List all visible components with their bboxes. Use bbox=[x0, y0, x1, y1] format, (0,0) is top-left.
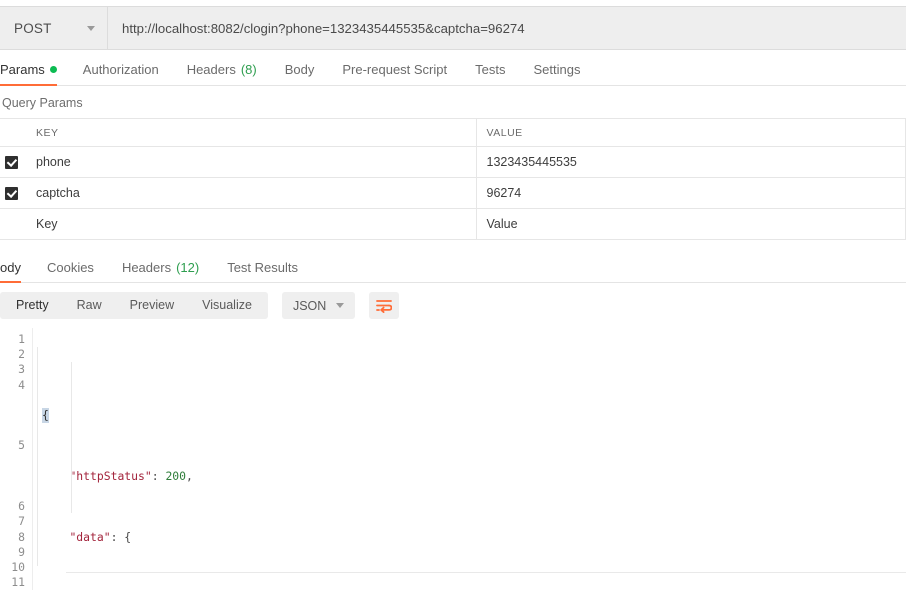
tab-headers-count: (8) bbox=[241, 63, 257, 76]
code-line-2: "httpStatus": 200, bbox=[42, 469, 906, 484]
fold-guide bbox=[37, 347, 38, 566]
line-number: 1 bbox=[0, 332, 25, 347]
line-number: 10 bbox=[0, 560, 25, 575]
url-input[interactable]: http://localhost:8082/clogin?phone=13234… bbox=[108, 7, 906, 49]
json-key-httpstatus: "httpStatus" bbox=[69, 469, 151, 483]
response-view-segmented-control: Pretty Raw Preview Visualize bbox=[0, 292, 268, 319]
chevron-down-icon bbox=[336, 303, 344, 308]
response-tab-test-results-label: Test Results bbox=[227, 261, 298, 274]
view-visualize-button[interactable]: Visualize bbox=[188, 292, 266, 319]
response-tab-headers-label: Headers bbox=[122, 261, 171, 274]
tab-tests-label: Tests bbox=[475, 63, 505, 76]
line-number: 11 bbox=[0, 575, 25, 590]
tab-tests[interactable]: Tests bbox=[461, 63, 519, 85]
view-preview-button[interactable]: Preview bbox=[116, 292, 188, 319]
line-number: 9 bbox=[0, 545, 25, 560]
wrap-text-icon bbox=[376, 299, 392, 313]
tab-settings[interactable]: Settings bbox=[519, 63, 594, 85]
line-number: 8 bbox=[0, 530, 25, 545]
header-checkbox-col bbox=[0, 119, 26, 147]
tab-headers[interactable]: Headers (8) bbox=[173, 63, 271, 85]
response-tab-cookies[interactable]: Cookies bbox=[33, 261, 108, 282]
response-tab-headers-count: (12) bbox=[176, 261, 199, 274]
response-tab-headers[interactable]: Headers (12) bbox=[108, 261, 213, 282]
url-bar: POST http://localhost:8082/clogin?phone=… bbox=[0, 6, 906, 50]
checkbox-checked-icon[interactable] bbox=[5, 156, 18, 169]
http-method-select[interactable]: POST bbox=[0, 7, 108, 49]
line-number-gutter: 1 2 3 4 5 6 7 8 9 10 11 bbox=[0, 328, 33, 590]
tab-authorization-label: Authorization bbox=[83, 63, 159, 76]
tab-body-label: Body bbox=[285, 63, 315, 76]
row-checkbox-cell[interactable] bbox=[0, 147, 26, 178]
response-tabs: ody Cookies Headers (12) Test Results bbox=[0, 249, 906, 283]
line-number: 5 bbox=[0, 438, 25, 453]
code-line-3: "data": { bbox=[42, 530, 906, 545]
postman-request-response-pane: POST http://localhost:8082/clogin?phone=… bbox=[0, 6, 906, 604]
wrap-text-button[interactable] bbox=[369, 292, 399, 319]
row-checkbox-cell-empty[interactable] bbox=[0, 209, 26, 240]
fold-guide bbox=[71, 362, 72, 513]
table-row-empty: Key Value bbox=[0, 209, 906, 240]
response-tab-cookies-label: Cookies bbox=[47, 261, 94, 274]
line-number: 6 bbox=[0, 499, 25, 514]
response-format-label: JSON bbox=[293, 299, 326, 313]
view-pretty-button[interactable]: Pretty bbox=[2, 292, 63, 319]
line-number: 7 bbox=[0, 514, 25, 529]
code-bottom-divider bbox=[66, 572, 906, 573]
tab-authorization[interactable]: Authorization bbox=[69, 63, 173, 85]
param-key-input[interactable]: phone bbox=[26, 147, 476, 178]
line-number: 3 bbox=[0, 362, 25, 377]
response-tab-body[interactable]: ody bbox=[0, 261, 33, 282]
table-header-row: KEY VALUE bbox=[0, 119, 906, 147]
response-body-code-view[interactable]: 1 2 3 4 5 6 7 8 9 10 11 { "httpStatus": … bbox=[0, 328, 906, 590]
header-key: KEY bbox=[26, 119, 476, 147]
table-row: captcha 96274 bbox=[0, 178, 906, 209]
json-key-data: "data" bbox=[69, 530, 110, 544]
url-text: http://localhost:8082/clogin?phone=13234… bbox=[122, 21, 525, 36]
query-params-title: Query Params bbox=[0, 86, 906, 118]
line-number: 4 bbox=[0, 378, 25, 393]
response-tab-test-results[interactable]: Test Results bbox=[213, 261, 312, 282]
json-value-httpstatus: 200 bbox=[165, 469, 186, 483]
response-format-select[interactable]: JSON bbox=[282, 292, 355, 319]
tab-params-label: Params bbox=[0, 63, 45, 76]
param-value-input[interactable]: 1323435445535 bbox=[476, 147, 906, 178]
line-number: 2 bbox=[0, 347, 25, 362]
response-tab-body-label: ody bbox=[0, 261, 21, 274]
tab-headers-label: Headers bbox=[187, 63, 236, 76]
row-checkbox-cell[interactable] bbox=[0, 178, 26, 209]
param-value-input[interactable]: 96274 bbox=[476, 178, 906, 209]
tab-params[interactable]: Params bbox=[0, 63, 69, 85]
param-key-input[interactable]: captcha bbox=[26, 178, 476, 209]
chevron-down-icon bbox=[87, 26, 95, 31]
json-open-brace: { bbox=[42, 408, 49, 423]
tab-pre-request-script[interactable]: Pre-request Script bbox=[328, 63, 461, 85]
request-tabs: Params Authorization Headers (8) Body Pr… bbox=[0, 50, 906, 86]
header-value: VALUE bbox=[476, 119, 906, 147]
response-view-toolbar: Pretty Raw Preview Visualize JSON bbox=[0, 283, 906, 328]
tab-pre-request-script-label: Pre-request Script bbox=[342, 63, 447, 76]
tab-body[interactable]: Body bbox=[271, 63, 329, 85]
params-modified-dot-icon bbox=[50, 66, 57, 73]
view-raw-button[interactable]: Raw bbox=[63, 292, 116, 319]
table-row: phone 1323435445535 bbox=[0, 147, 906, 178]
response-json-text[interactable]: { "httpStatus": 200, "data": { "access_t… bbox=[33, 328, 906, 590]
checkbox-checked-icon[interactable] bbox=[5, 187, 18, 200]
query-params-table: KEY VALUE phone 1323435445535 captcha 96… bbox=[0, 118, 906, 240]
new-param-key-input[interactable]: Key bbox=[26, 209, 476, 240]
new-param-value-input[interactable]: Value bbox=[476, 209, 906, 240]
code-line-1: { bbox=[42, 408, 906, 423]
http-method-label: POST bbox=[14, 21, 52, 36]
tab-settings-label: Settings bbox=[533, 63, 580, 76]
